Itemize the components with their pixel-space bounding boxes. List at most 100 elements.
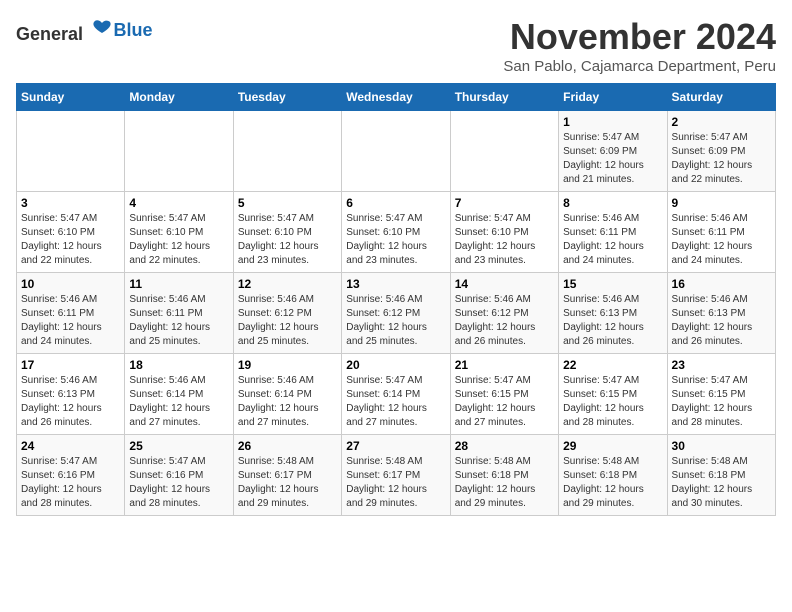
calendar-week-row: 3 Sunrise: 5:47 AM Sunset: 6:10 PM Daylig…	[17, 192, 776, 273]
logo: General Blue	[16, 16, 153, 45]
day-number: 5	[238, 196, 337, 210]
day-number: 23	[672, 358, 771, 372]
calendar-cell: 6 Sunrise: 5:47 AM Sunset: 6:10 PM Daylig…	[342, 192, 450, 273]
calendar-cell: 4 Sunrise: 5:47 AM Sunset: 6:10 PM Daylig…	[125, 192, 233, 273]
calendar-week-row: 17 Sunrise: 5:46 AM Sunset: 6:13 PM Dayli…	[17, 354, 776, 435]
day-info: Sunrise: 5:46 AM Sunset: 6:13 PM Dayligh…	[21, 374, 120, 430]
calendar-cell	[450, 111, 558, 192]
day-number: 14	[455, 277, 554, 291]
calendar-cell: 18 Sunrise: 5:46 AM Sunset: 6:14 PM Dayli…	[125, 354, 233, 435]
day-info: Sunrise: 5:47 AM Sunset: 6:09 PM Dayligh…	[563, 131, 662, 187]
weekday-header-thursday: Thursday	[450, 84, 558, 111]
day-info: Sunrise: 5:47 AM Sunset: 6:10 PM Dayligh…	[129, 212, 228, 268]
day-number: 27	[346, 439, 445, 453]
calendar-cell: 21 Sunrise: 5:47 AM Sunset: 6:15 PM Dayli…	[450, 354, 558, 435]
calendar-cell: 17 Sunrise: 5:46 AM Sunset: 6:13 PM Dayli…	[17, 354, 125, 435]
day-info: Sunrise: 5:46 AM Sunset: 6:11 PM Dayligh…	[563, 212, 662, 268]
logo-general: General	[16, 16, 114, 45]
day-number: 13	[346, 277, 445, 291]
calendar-cell	[17, 111, 125, 192]
day-info: Sunrise: 5:47 AM Sunset: 6:15 PM Dayligh…	[563, 374, 662, 430]
calendar-cell: 10 Sunrise: 5:46 AM Sunset: 6:11 PM Dayli…	[17, 273, 125, 354]
logo-bird-icon	[90, 16, 114, 40]
calendar-cell: 24 Sunrise: 5:47 AM Sunset: 6:16 PM Dayli…	[17, 435, 125, 516]
day-info: Sunrise: 5:46 AM Sunset: 6:11 PM Dayligh…	[21, 293, 120, 349]
day-number: 15	[563, 277, 662, 291]
day-info: Sunrise: 5:46 AM Sunset: 6:14 PM Dayligh…	[238, 374, 337, 430]
day-info: Sunrise: 5:47 AM Sunset: 6:10 PM Dayligh…	[238, 212, 337, 268]
weekday-header-saturday: Saturday	[667, 84, 775, 111]
calendar-cell: 20 Sunrise: 5:47 AM Sunset: 6:14 PM Dayli…	[342, 354, 450, 435]
day-info: Sunrise: 5:47 AM Sunset: 6:15 PM Dayligh…	[455, 374, 554, 430]
calendar-cell: 5 Sunrise: 5:47 AM Sunset: 6:10 PM Daylig…	[233, 192, 341, 273]
day-info: Sunrise: 5:46 AM Sunset: 6:12 PM Dayligh…	[455, 293, 554, 349]
day-info: Sunrise: 5:46 AM Sunset: 6:14 PM Dayligh…	[129, 374, 228, 430]
day-info: Sunrise: 5:47 AM Sunset: 6:10 PM Dayligh…	[346, 212, 445, 268]
page-header: General Blue November 2024 San Pablo, Ca…	[16, 16, 776, 75]
day-number: 24	[21, 439, 120, 453]
calendar-cell: 22 Sunrise: 5:47 AM Sunset: 6:15 PM Dayli…	[559, 354, 667, 435]
calendar-cell	[125, 111, 233, 192]
day-info: Sunrise: 5:46 AM Sunset: 6:13 PM Dayligh…	[563, 293, 662, 349]
calendar-week-row: 10 Sunrise: 5:46 AM Sunset: 6:11 PM Dayli…	[17, 273, 776, 354]
day-number: 8	[563, 196, 662, 210]
day-info: Sunrise: 5:46 AM Sunset: 6:13 PM Dayligh…	[672, 293, 771, 349]
day-number: 25	[129, 439, 228, 453]
day-info: Sunrise: 5:47 AM Sunset: 6:16 PM Dayligh…	[21, 455, 120, 511]
day-number: 10	[21, 277, 120, 291]
day-number: 21	[455, 358, 554, 372]
calendar-cell: 7Sunrise: 5:47 AM Sunset: 6:10 PM Daylig…	[450, 192, 558, 273]
day-number: 19	[238, 358, 337, 372]
day-info: Sunrise: 5:48 AM Sunset: 6:18 PM Dayligh…	[563, 455, 662, 511]
day-info: Sunrise: 5:47 AM Sunset: 6:09 PM Dayligh…	[672, 131, 771, 187]
calendar-cell: 30Sunrise: 5:48 AM Sunset: 6:18 PM Dayli…	[667, 435, 775, 516]
day-info: Sunrise: 5:46 AM Sunset: 6:12 PM Dayligh…	[346, 293, 445, 349]
calendar-week-row: 1Sunrise: 5:47 AM Sunset: 6:09 PM Daylig…	[17, 111, 776, 192]
day-info: Sunrise: 5:47 AM Sunset: 6:15 PM Dayligh…	[672, 374, 771, 430]
calendar-cell: 28 Sunrise: 5:48 AM Sunset: 6:18 PM Dayli…	[450, 435, 558, 516]
day-number: 12	[238, 277, 337, 291]
day-info: Sunrise: 5:47 AM Sunset: 6:10 PM Dayligh…	[455, 212, 554, 268]
day-number: 22	[563, 358, 662, 372]
day-number: 18	[129, 358, 228, 372]
calendar-cell: 8 Sunrise: 5:46 AM Sunset: 6:11 PM Daylig…	[559, 192, 667, 273]
day-info: Sunrise: 5:46 AM Sunset: 6:12 PM Dayligh…	[238, 293, 337, 349]
calendar-cell: 19 Sunrise: 5:46 AM Sunset: 6:14 PM Dayli…	[233, 354, 341, 435]
day-info: Sunrise: 5:47 AM Sunset: 6:14 PM Dayligh…	[346, 374, 445, 430]
day-number: 16	[672, 277, 771, 291]
calendar-cell: 15 Sunrise: 5:46 AM Sunset: 6:13 PM Dayli…	[559, 273, 667, 354]
day-number: 28	[455, 439, 554, 453]
weekday-header-sunday: Sunday	[17, 84, 125, 111]
calendar-cell: 1Sunrise: 5:47 AM Sunset: 6:09 PM Daylig…	[559, 111, 667, 192]
calendar-cell	[233, 111, 341, 192]
day-number: 6	[346, 196, 445, 210]
calendar-cell: 25 Sunrise: 5:47 AM Sunset: 6:16 PM Dayli…	[125, 435, 233, 516]
calendar-cell: 13 Sunrise: 5:46 AM Sunset: 6:12 PM Dayli…	[342, 273, 450, 354]
calendar-table: SundayMondayTuesdayWednesdayThursdayFrid…	[16, 83, 776, 516]
day-info: Sunrise: 5:47 AM Sunset: 6:16 PM Dayligh…	[129, 455, 228, 511]
day-number: 17	[21, 358, 120, 372]
calendar-cell: 23 Sunrise: 5:47 AM Sunset: 6:15 PM Dayli…	[667, 354, 775, 435]
weekday-header-row: SundayMondayTuesdayWednesdayThursdayFrid…	[17, 84, 776, 111]
calendar-cell: 11Sunrise: 5:46 AM Sunset: 6:11 PM Dayli…	[125, 273, 233, 354]
day-info: Sunrise: 5:48 AM Sunset: 6:17 PM Dayligh…	[238, 455, 337, 511]
calendar-cell: 16 Sunrise: 5:46 AM Sunset: 6:13 PM Dayli…	[667, 273, 775, 354]
day-number: 3	[21, 196, 120, 210]
calendar-cell: 29Sunrise: 5:48 AM Sunset: 6:18 PM Dayli…	[559, 435, 667, 516]
weekday-header-monday: Monday	[125, 84, 233, 111]
weekday-header-friday: Friday	[559, 84, 667, 111]
calendar-cell: 9Sunrise: 5:46 AM Sunset: 6:11 PM Daylig…	[667, 192, 775, 273]
day-number: 4	[129, 196, 228, 210]
calendar-cell: 3Sunrise: 5:47 AM Sunset: 6:10 PM Daylig…	[17, 192, 125, 273]
day-info: Sunrise: 5:48 AM Sunset: 6:18 PM Dayligh…	[455, 455, 554, 511]
day-number: 20	[346, 358, 445, 372]
weekday-header-tuesday: Tuesday	[233, 84, 341, 111]
calendar-cell: 26 Sunrise: 5:48 AM Sunset: 6:17 PM Dayli…	[233, 435, 341, 516]
weekday-header-wednesday: Wednesday	[342, 84, 450, 111]
day-info: Sunrise: 5:46 AM Sunset: 6:11 PM Dayligh…	[672, 212, 771, 268]
calendar-cell	[342, 111, 450, 192]
day-number: 26	[238, 439, 337, 453]
calendar-week-row: 24 Sunrise: 5:47 AM Sunset: 6:16 PM Dayli…	[17, 435, 776, 516]
day-number: 2	[672, 115, 771, 129]
calendar-cell: 12 Sunrise: 5:46 AM Sunset: 6:12 PM Dayli…	[233, 273, 341, 354]
